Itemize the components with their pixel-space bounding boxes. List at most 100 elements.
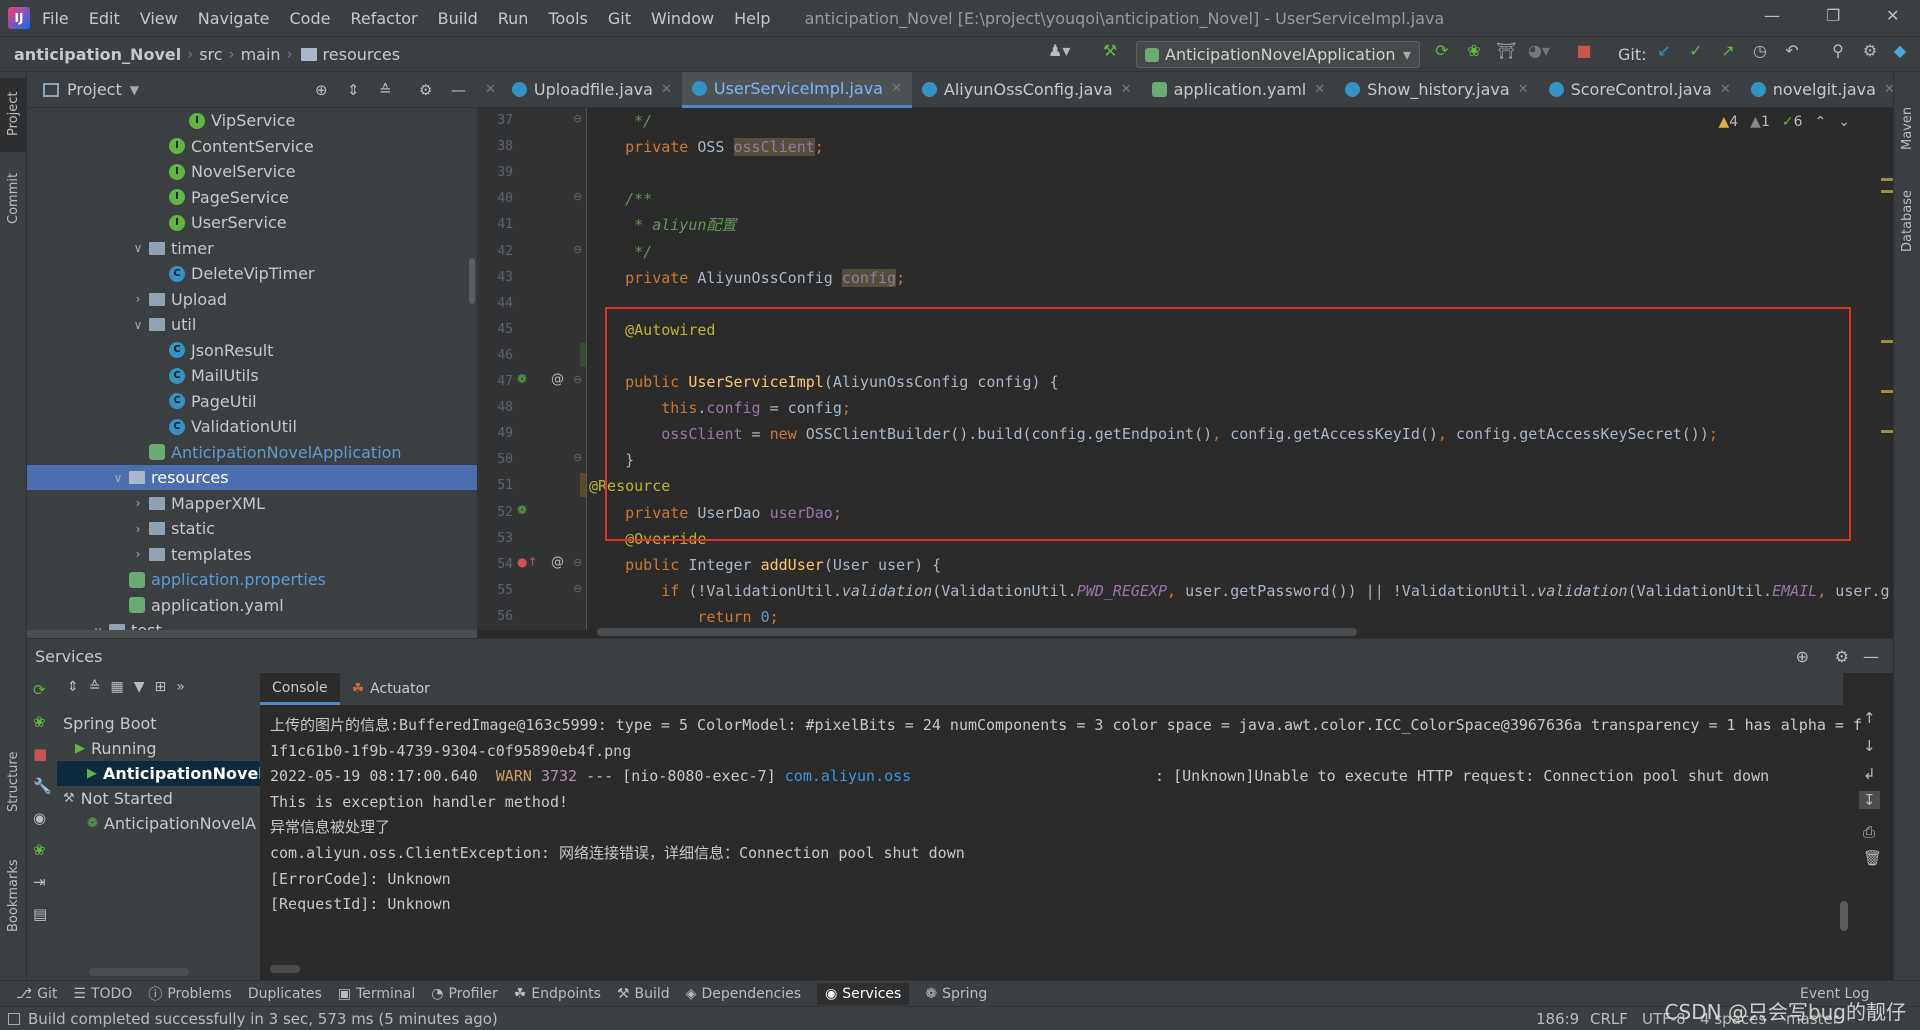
- structure-tool-tab[interactable]: Structure: [6, 752, 21, 812]
- menu-file[interactable]: File: [42, 9, 69, 28]
- git-update-icon[interactable]: ↙: [1654, 41, 1674, 61]
- hide-panel-icon[interactable]: —: [451, 81, 466, 99]
- fold-marker-icon[interactable]: ⊖: [573, 243, 582, 256]
- close-icon[interactable]: ✕: [1886, 6, 1899, 25]
- close-icon[interactable]: ✕: [485, 82, 496, 97]
- chevron-right-icon[interactable]: ›: [131, 292, 145, 306]
- gear-icon[interactable]: ⚙: [1835, 647, 1849, 666]
- close-icon[interactable]: ✕: [1121, 82, 1132, 97]
- close-icon[interactable]: ✕: [661, 82, 672, 97]
- tree-item[interactable]: I VipService: [27, 108, 477, 133]
- breadcrumb-project[interactable]: anticipation_Novel: [14, 45, 181, 64]
- expand-all-icon[interactable]: ⇕: [347, 81, 360, 99]
- print-icon[interactable]: ⎙: [1863, 823, 1875, 841]
- tool-window-spring[interactable]: ❁ Spring: [925, 986, 987, 1002]
- spring-bean-icon[interactable]: ❁: [517, 503, 527, 517]
- code-line[interactable]: */: [589, 239, 652, 265]
- console-line[interactable]: com.aliyun.oss.ClientException: 网络连接错误，详…: [270, 841, 965, 865]
- layout-icon[interactable]: ▤: [33, 905, 47, 923]
- editor-tab[interactable]: UserServiceImpl.java ✕: [681, 71, 912, 108]
- tree-item[interactable]: › MapperXML: [27, 491, 477, 516]
- editor-tab[interactable]: AliyunOssConfig.java ✕: [912, 72, 1142, 108]
- rollback-icon[interactable]: ↶: [1782, 41, 1802, 61]
- status-message[interactable]: Build completed successfully in 3 sec, 5…: [28, 1010, 498, 1028]
- menu-code[interactable]: Code: [290, 9, 331, 28]
- tool-window-services[interactable]: ◉ Services: [817, 982, 910, 1005]
- coverage-icon[interactable]: ⛩: [1496, 41, 1516, 61]
- spring-bean-icon[interactable]: ❁: [517, 372, 527, 386]
- code-line[interactable]: return 0;: [589, 604, 778, 630]
- minimize-icon[interactable]: —: [1764, 6, 1780, 25]
- user-icon[interactable]: ♟▾: [1048, 41, 1070, 61]
- stop-icon[interactable]: ■: [1574, 41, 1594, 61]
- add-service-icon[interactable]: ⊕: [1796, 647, 1809, 666]
- toolbox-icon[interactable]: ◆: [1890, 41, 1910, 61]
- settings-icon[interactable]: ⚙: [1860, 41, 1880, 61]
- override-icon[interactable]: @: [551, 372, 564, 387]
- debug-settings-icon[interactable]: ❀: [33, 841, 46, 859]
- new-tab-icon[interactable]: ⊞: [154, 679, 166, 695]
- gear-icon[interactable]: ⚙: [419, 81, 432, 99]
- tree-item[interactable]: application.properties: [27, 567, 477, 592]
- hide-panel-icon[interactable]: —: [1863, 647, 1879, 666]
- stop-icon[interactable]: ■: [33, 745, 47, 763]
- menu-refactor[interactable]: Refactor: [350, 9, 417, 28]
- tree-item[interactable]: › Upload: [27, 287, 477, 312]
- close-icon[interactable]: ✕: [1314, 82, 1325, 97]
- editor-tab[interactable]: application.yaml ✕: [1142, 72, 1336, 108]
- restore-icon[interactable]: ❐: [1826, 6, 1840, 25]
- menu-run[interactable]: Run: [498, 9, 529, 28]
- expand-all-icon[interactable]: ⇕: [67, 679, 79, 695]
- console-line[interactable]: 1f1c61b0-1f9b-4739-9304-c0f95890eb4f.png: [270, 739, 631, 763]
- code-line[interactable]: */: [589, 108, 652, 134]
- history-icon[interactable]: ◷: [1750, 41, 1770, 61]
- filter-icon[interactable]: ▼: [134, 679, 145, 695]
- soft-wrap-icon[interactable]: ↲: [1863, 765, 1876, 783]
- tree-item[interactable]: ∨ util: [27, 312, 477, 337]
- bookmarks-tool-tab[interactable]: Bookmarks: [6, 859, 21, 932]
- profile-icon[interactable]: ◕▾: [1528, 41, 1550, 61]
- code-line[interactable]: if (!ValidationUtil.validation(Validatio…: [589, 578, 1889, 604]
- line-separator[interactable]: CRLF: [1590, 1010, 1628, 1028]
- services-tree-item[interactable]: ▶ Running: [57, 736, 260, 761]
- tool-window-endpoints[interactable]: ☘ Endpoints: [514, 986, 601, 1002]
- tool-window-todo[interactable]: ☰ TODO: [73, 986, 132, 1002]
- breadcrumb-main[interactable]: main: [241, 45, 281, 64]
- tree-item[interactable]: › templates: [27, 542, 477, 567]
- console-line[interactable]: [ErrorCode]: Unknown: [270, 867, 451, 891]
- run-configuration-select[interactable]: AnticipationNovelApplication ▾: [1136, 41, 1420, 68]
- tree-item[interactable]: C ValidationUtil: [27, 414, 477, 439]
- tool-window-git[interactable]: ⎇ Git: [16, 986, 57, 1002]
- fold-marker-icon[interactable]: ⊖: [573, 451, 582, 464]
- more-icon[interactable]: »: [176, 679, 185, 695]
- console-line[interactable]: This is exception handler method!: [270, 790, 568, 814]
- fold-marker-icon[interactable]: ⊖: [573, 112, 582, 125]
- locate-icon[interactable]: ⊕: [315, 81, 328, 99]
- maven-tool-tab[interactable]: Maven: [1900, 107, 1915, 150]
- menu-help[interactable]: Help: [734, 9, 770, 28]
- collapse-all-icon[interactable]: ≙: [89, 679, 101, 695]
- git-push-icon[interactable]: ↗: [1718, 41, 1738, 61]
- tree-item[interactable]: AnticipationNovelApplication: [27, 440, 477, 465]
- scroll-up-icon[interactable]: ↑: [1863, 709, 1876, 727]
- exit-icon[interactable]: ⇥: [33, 873, 46, 891]
- tree-item[interactable]: I UserService: [27, 210, 477, 235]
- change-marker[interactable]: [580, 473, 586, 498]
- implementation-icon[interactable]: ●↑: [517, 555, 538, 569]
- services-tree-item[interactable]: ❁ AnticipationNovelA: [57, 811, 260, 836]
- code-line[interactable]: private OSS ossClient;: [589, 134, 824, 160]
- project-panel-title[interactable]: Project: [67, 80, 122, 99]
- menu-navigate[interactable]: Navigate: [198, 9, 270, 28]
- services-tree-scrollbar[interactable]: [89, 968, 189, 976]
- tree-item[interactable]: ∨ resources: [27, 465, 477, 490]
- build-hammer-icon[interactable]: ⚒: [1100, 41, 1120, 61]
- fold-marker-icon[interactable]: ⊖: [573, 373, 582, 386]
- code-line[interactable]: * aliyun配置: [589, 212, 736, 238]
- tree-item[interactable]: C PageUtil: [27, 389, 477, 414]
- close-icon[interactable]: ✕: [1518, 82, 1529, 97]
- tool-window-duplicates[interactable]: Duplicates: [248, 986, 322, 1002]
- tree-hscrollbar[interactable]: [27, 630, 477, 638]
- tree-item[interactable]: C DeleteVipTimer: [27, 261, 477, 286]
- tree-item[interactable]: › static: [27, 516, 477, 541]
- menu-edit[interactable]: Edit: [89, 9, 120, 28]
